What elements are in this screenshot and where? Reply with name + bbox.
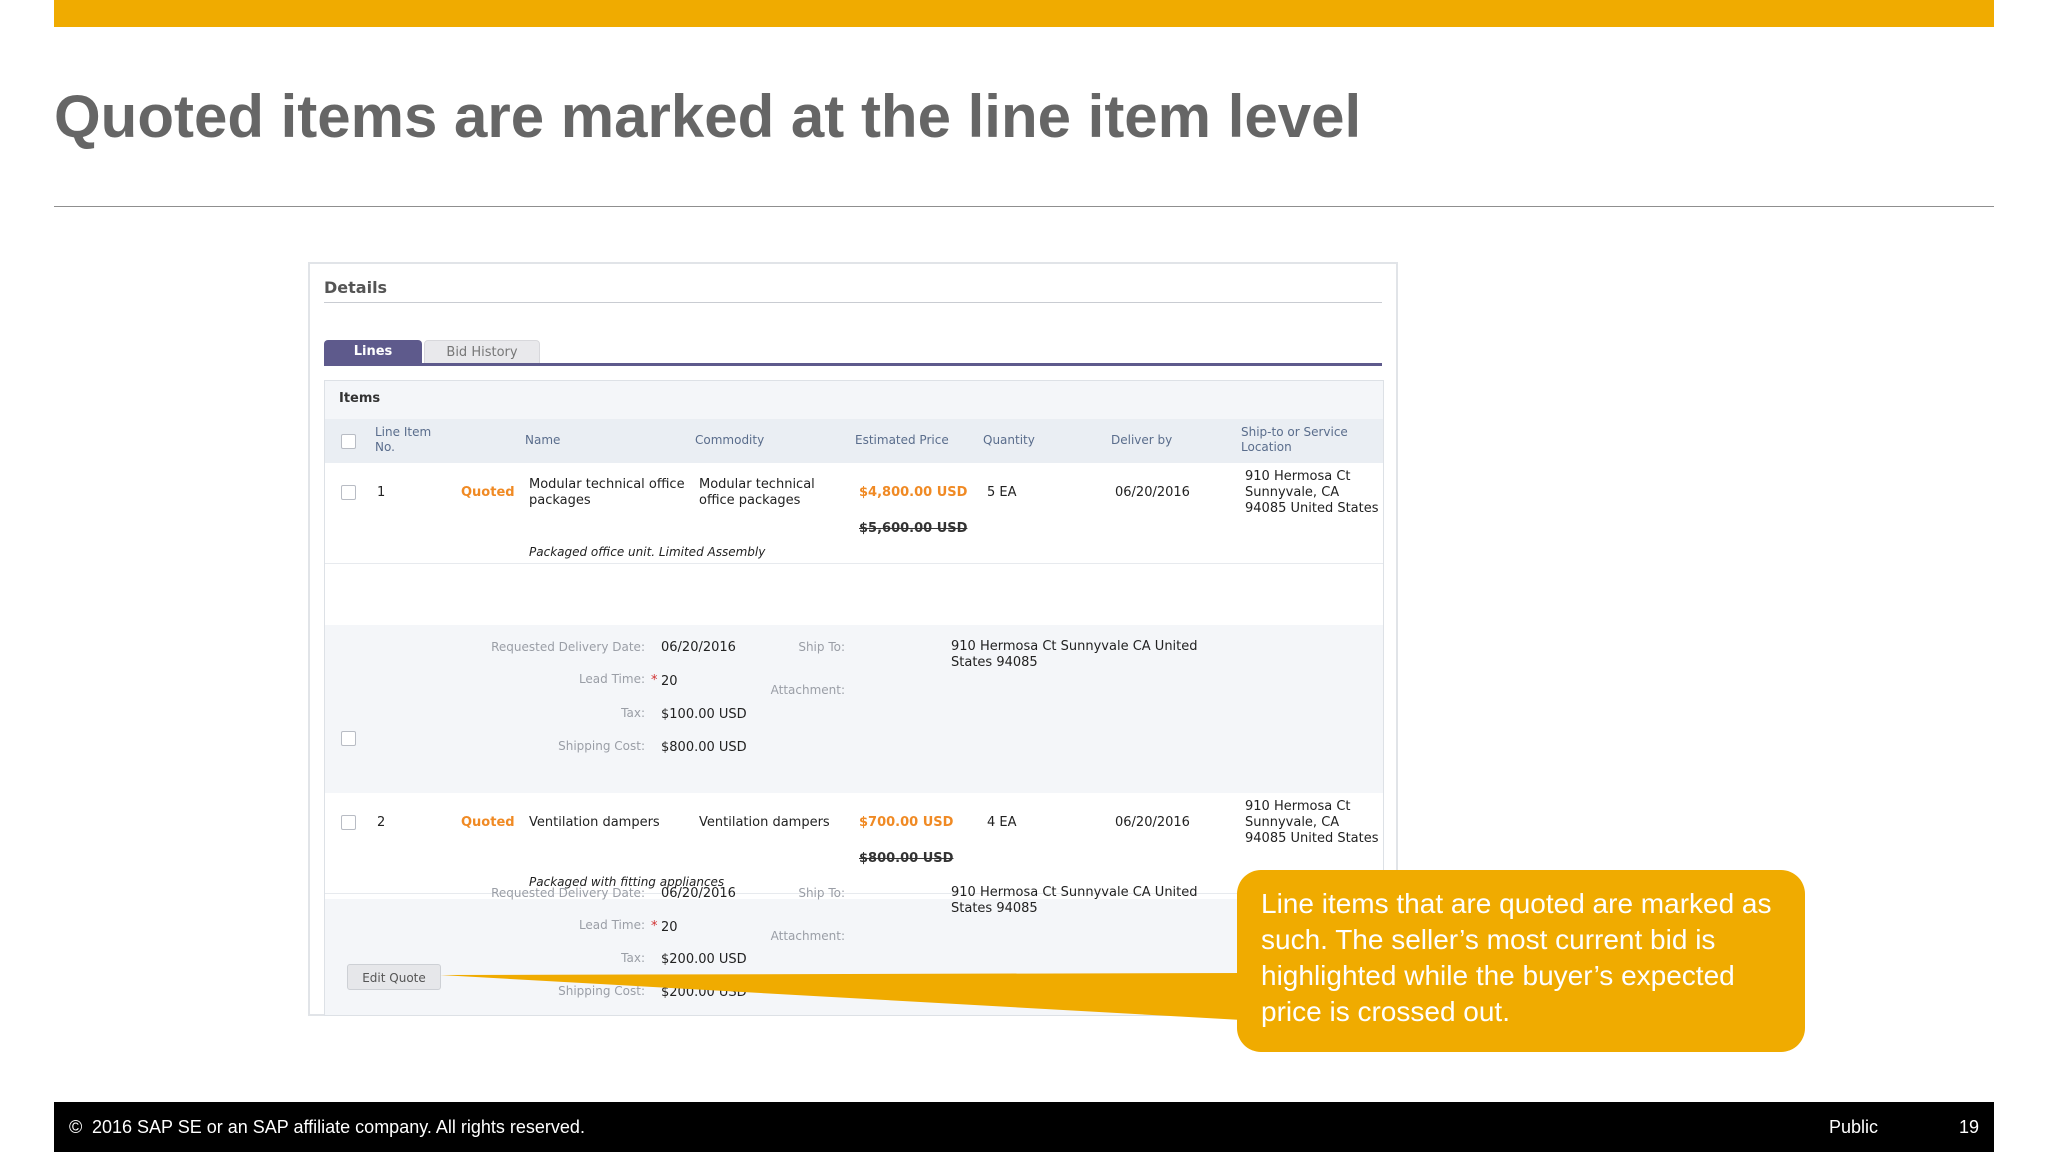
- page-number: 19: [1959, 1117, 1980, 1137]
- copyright-text: 2016 SAP SE or an SAP affiliate company.…: [92, 1117, 585, 1137]
- footer-bar: © 2016 SAP SE or an SAP affiliate compan…: [54, 1102, 1994, 1152]
- callout-box: Line items that are quoted are marked as…: [1237, 870, 1805, 1052]
- copyright-icon: ©: [69, 1117, 83, 1137]
- classification-label: Public: [1829, 1117, 1879, 1137]
